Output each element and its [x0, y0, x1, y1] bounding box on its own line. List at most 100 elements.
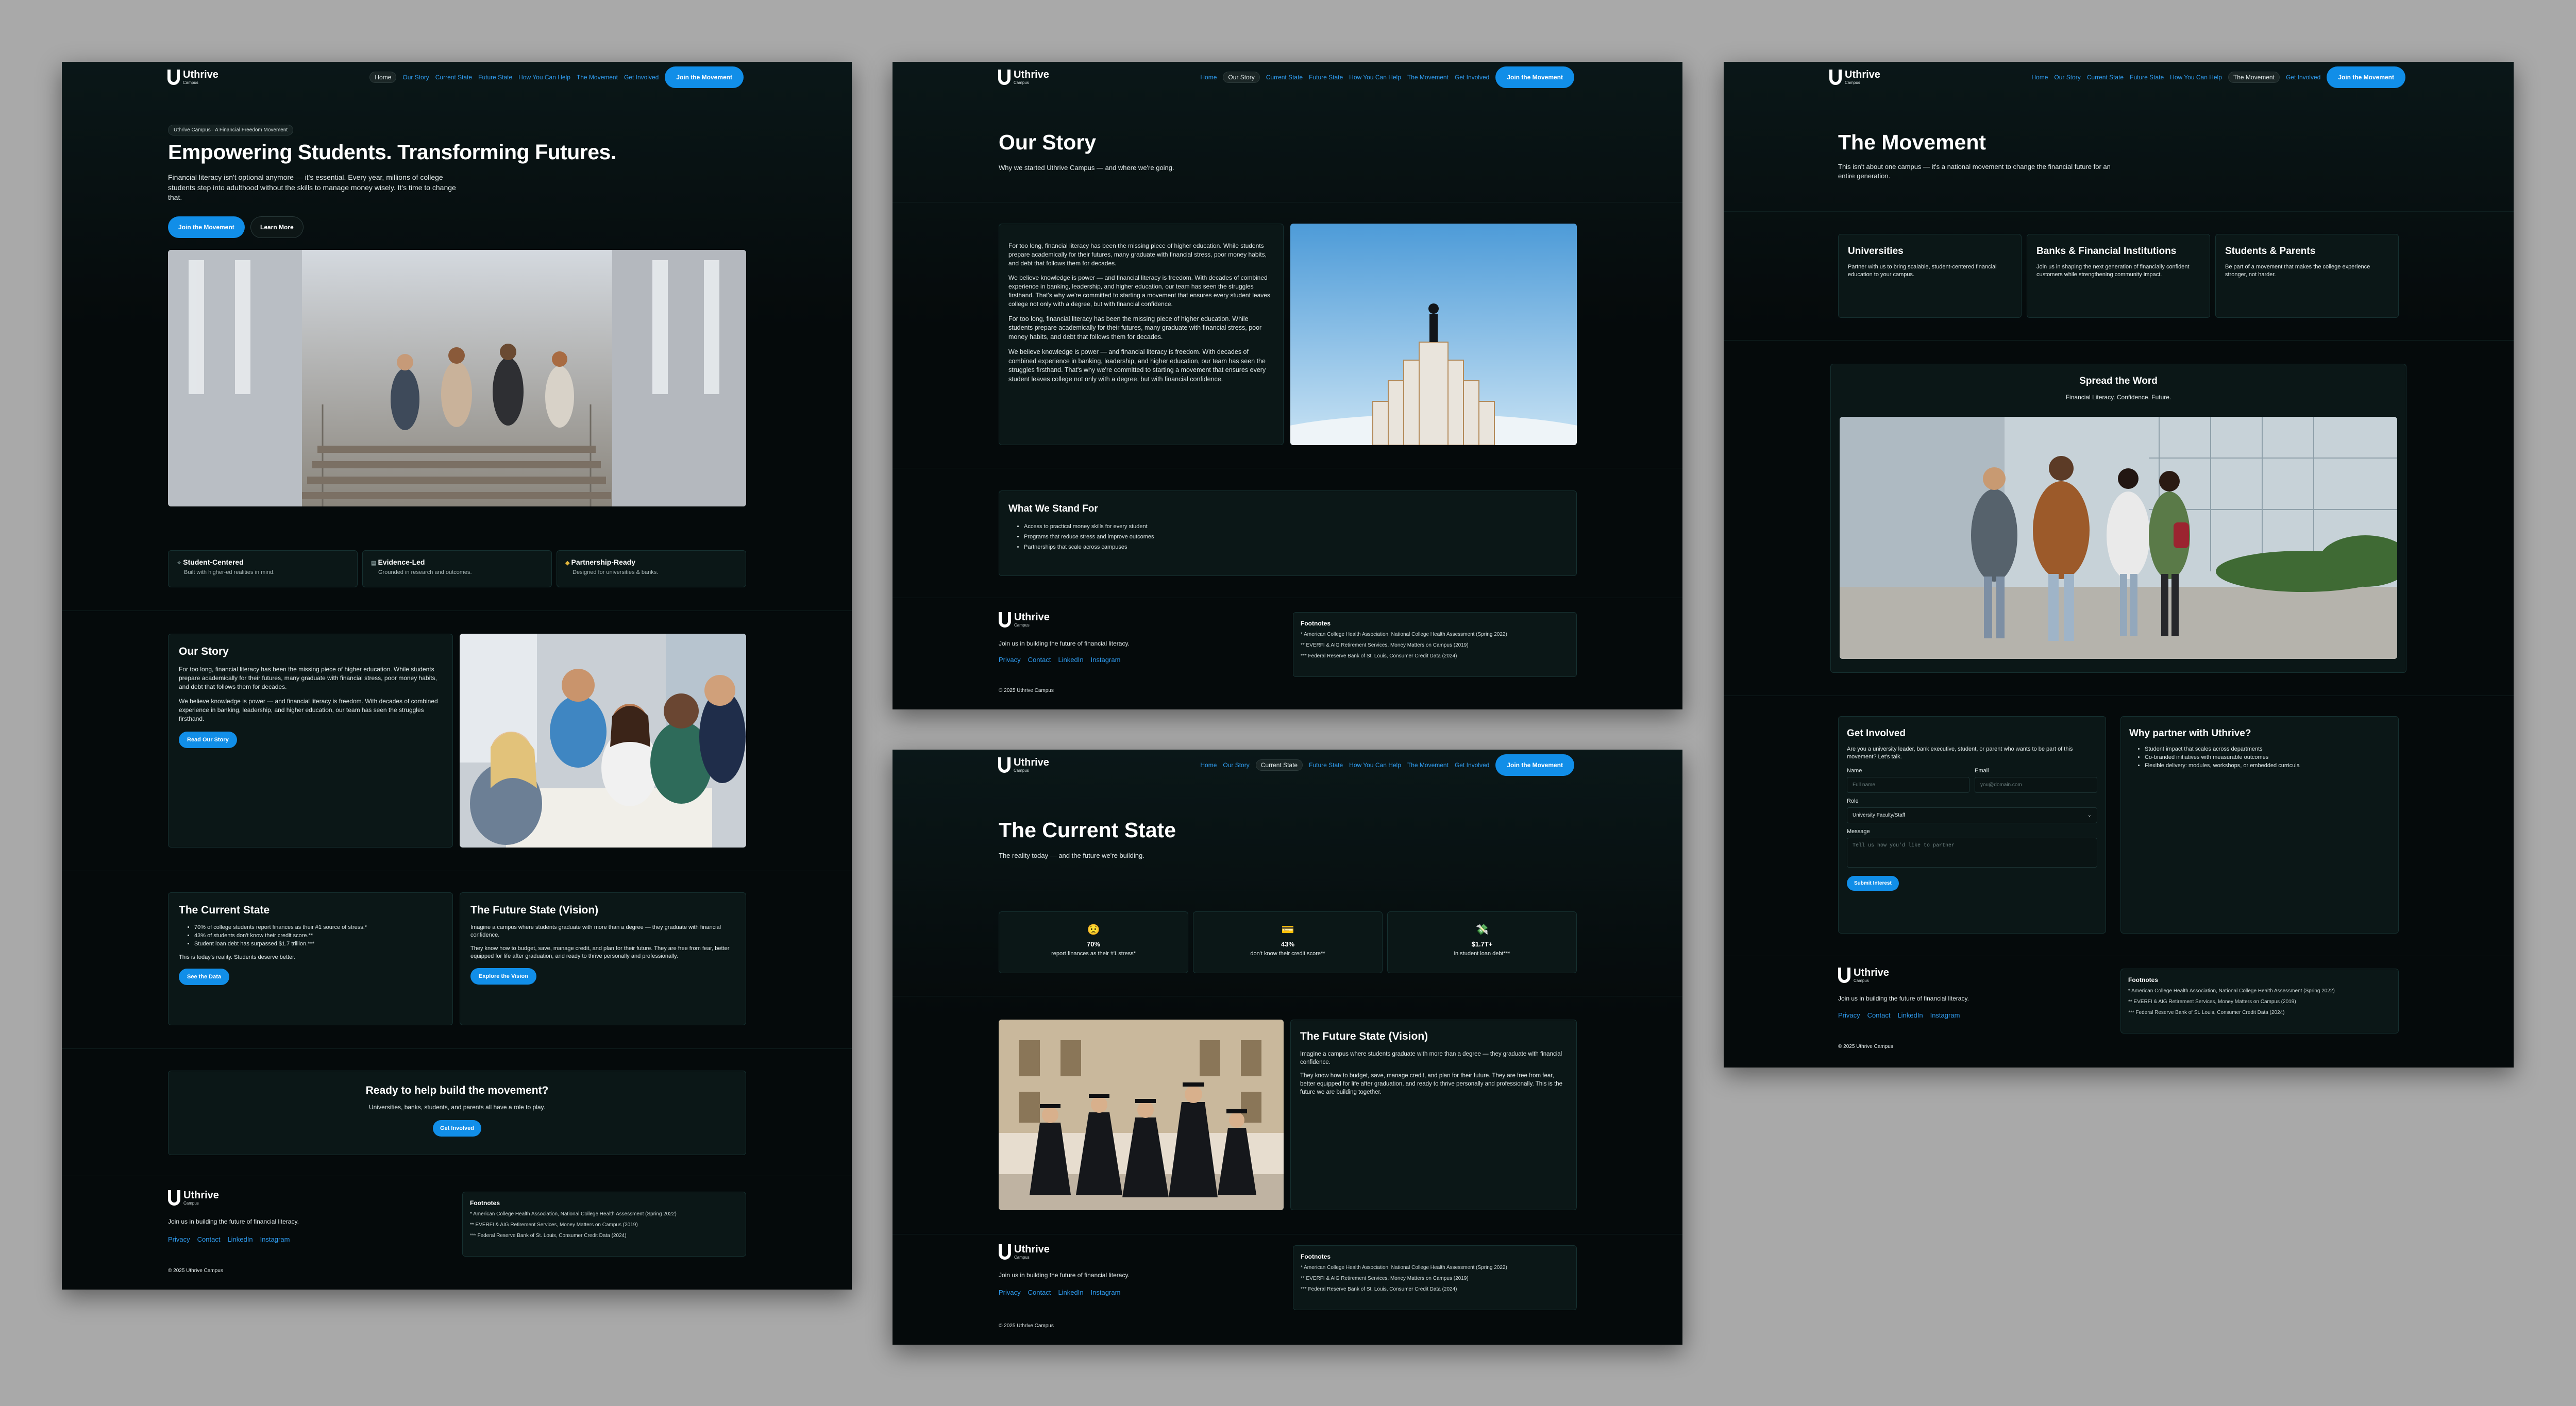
nav-get-involved[interactable]: Get Involved — [2286, 74, 2320, 81]
logo-mark-icon — [998, 70, 1011, 85]
read-our-story-button[interactable]: Read Our Story — [179, 731, 237, 748]
home-page-window: Uthrive Campus Home Our Story Current Sta… — [62, 62, 852, 1290]
nav-join-button[interactable]: Join the Movement — [1495, 754, 1574, 776]
see-the-data-button[interactable]: See the Data — [179, 969, 230, 986]
role-select[interactable]: University Faculty/Staff ⌄ — [1847, 807, 2097, 823]
group-study-photo — [460, 634, 746, 848]
footer-linkedin-link[interactable]: LinkedIn — [1058, 1289, 1083, 1296]
footer-contact-link[interactable]: Contact — [1028, 1289, 1051, 1296]
email-input[interactable]: you@domain.com — [1975, 776, 2097, 793]
nav-current-state[interactable]: Current State — [1266, 74, 1303, 81]
name-input[interactable]: Full name — [1847, 776, 1969, 793]
role-select-value: University Faculty/Staff — [1853, 812, 1906, 818]
current-state-stat: Student loan debt has surpassed $1.7 tri… — [194, 940, 442, 948]
campus-walk-photo — [1840, 417, 2397, 659]
footnotes-heading: Footnotes — [1301, 1253, 1331, 1260]
footer-privacy-link[interactable]: Privacy — [999, 1289, 1021, 1296]
nav-join-button[interactable]: Join the Movement — [2327, 66, 2405, 88]
future-vision-card: The Future State (Vision) Imagine a camp… — [1290, 1020, 1577, 1210]
our-story-heading: Our Story — [179, 646, 229, 657]
brand-logo[interactable]: Uthrive Campus — [1829, 70, 1880, 85]
brand-logo[interactable]: Uthrive Campus — [998, 70, 1049, 85]
footer-instagram-link[interactable]: Instagram — [1091, 656, 1121, 664]
nav-get-involved[interactable]: Get Involved — [1455, 761, 1489, 769]
nav-future-state[interactable]: Future State — [2130, 74, 2164, 81]
stairs-photo-illustration — [168, 250, 746, 506]
nav-future-state[interactable]: Future State — [1309, 74, 1343, 81]
audience-card-students-parents: Students & Parents Be part of a movement… — [2215, 234, 2399, 318]
audience-text: Partner with us to bring scalable, stude… — [1848, 264, 1997, 278]
brand-sub: Campus — [1014, 623, 1030, 628]
submit-interest-button[interactable]: Submit Interest — [1847, 875, 1899, 891]
explore-the-vision-button[interactable]: Explore the Vision — [470, 968, 536, 985]
hero-learn-more-button[interactable]: Learn More — [250, 216, 304, 238]
brand-sub: Campus — [1014, 768, 1029, 773]
nav-our-story[interactable]: Our Story — [1223, 72, 1260, 83]
movement-page-window: Uthrive Campus Home Our Story Current Sta… — [1724, 62, 2514, 1068]
story-paragraph: For too long, financial literacy has bee… — [1008, 242, 1267, 267]
nav-our-story[interactable]: Our Story — [402, 74, 429, 81]
hero-photo-students-stairs — [168, 250, 746, 506]
our-story-card: Our Story For too long, financial litera… — [168, 634, 453, 848]
footnotes-heading: Footnotes — [1301, 620, 1331, 627]
logo-mark-icon — [1829, 70, 1842, 85]
footer-logo[interactable]: Uthrive Campus — [999, 1244, 1050, 1260]
nav-the-movement[interactable]: The Movement — [2228, 72, 2280, 83]
footer-contact-link[interactable]: Contact — [197, 1235, 221, 1243]
footer-logo[interactable]: Uthrive Campus — [1838, 968, 1889, 983]
nav-future-state[interactable]: Future State — [478, 74, 512, 81]
nav-the-movement[interactable]: The Movement — [1407, 761, 1449, 769]
nav-our-story[interactable]: Our Story — [1223, 761, 1249, 769]
header-glow — [893, 750, 1682, 1018]
nav-how-you-can-help[interactable]: How You Can Help — [2170, 74, 2222, 81]
nav-the-movement[interactable]: The Movement — [577, 74, 618, 81]
footer-privacy-link[interactable]: Privacy — [1838, 1011, 1860, 1019]
graduates-photo — [999, 1020, 1284, 1210]
footer-copyright: © 2025 Uthrive Campus — [999, 688, 1054, 693]
footer-tagline: Join us in building the future of financ… — [999, 640, 1130, 647]
nav-our-story[interactable]: Our Story — [2054, 74, 2080, 81]
message-textarea[interactable]: Tell us how you'd like to partner — [1847, 837, 2097, 868]
brand-sub: Campus — [183, 80, 198, 85]
nav-home[interactable]: Home — [1200, 761, 1217, 769]
hero-badge: Uthrive Campus · A Financial Freedom Mov… — [168, 125, 294, 135]
footnotes-card: Footnotes * American College Health Asso… — [1293, 1245, 1577, 1310]
footer-privacy-link[interactable]: Privacy — [999, 656, 1021, 664]
nav-join-button[interactable]: Join the Movement — [1495, 66, 1574, 88]
footer-instagram-link[interactable]: Instagram — [1091, 1289, 1121, 1296]
get-involved-button[interactable]: Get Involved — [432, 1120, 482, 1137]
brand-logo[interactable]: Uthrive Campus — [167, 70, 218, 85]
footer-contact-link[interactable]: Contact — [1867, 1011, 1891, 1019]
value-item: Programs that reduce stress and improve … — [1024, 532, 1567, 543]
cta-heading: Ready to help build the movement? — [365, 1085, 549, 1096]
nav-future-state[interactable]: Future State — [1309, 761, 1343, 769]
nav-get-involved[interactable]: Get Involved — [624, 74, 659, 81]
nav-links: Home Our Story Current State Future Stat… — [1200, 754, 1574, 776]
nav-how-you-can-help[interactable]: How You Can Help — [1349, 74, 1401, 81]
footer-instagram-link[interactable]: Instagram — [260, 1235, 290, 1243]
nav-get-involved[interactable]: Get Involved — [1455, 74, 1489, 81]
nav-how-you-can-help[interactable]: How You Can Help — [1349, 761, 1401, 769]
nav-how-you-can-help[interactable]: How You Can Help — [518, 74, 570, 81]
nav-current-state[interactable]: Current State — [435, 74, 472, 81]
hero-join-button[interactable]: Join the Movement — [168, 216, 245, 238]
nav-current-state[interactable]: Current State — [2087, 74, 2124, 81]
footer-contact-link[interactable]: Contact — [1028, 656, 1051, 664]
footer-logo[interactable]: Uthrive Campus — [999, 612, 1050, 628]
footer-links: Privacy Contact LinkedIn Instagram — [168, 1235, 290, 1243]
graduates-illustration — [999, 1020, 1284, 1210]
nav-the-movement[interactable]: The Movement — [1407, 74, 1449, 81]
nav-home[interactable]: Home — [369, 72, 397, 83]
footnote: * American College Health Association, N… — [470, 1211, 677, 1217]
footer-logo[interactable]: Uthrive Campus — [168, 1190, 219, 1206]
nav-join-button[interactable]: Join the Movement — [665, 66, 744, 88]
footer-linkedin-link[interactable]: LinkedIn — [1897, 1011, 1923, 1019]
nav-home[interactable]: Home — [1200, 74, 1217, 81]
footer-linkedin-link[interactable]: LinkedIn — [227, 1235, 252, 1243]
footer-linkedin-link[interactable]: LinkedIn — [1058, 656, 1083, 664]
footer-instagram-link[interactable]: Instagram — [1930, 1011, 1960, 1019]
nav-current-state[interactable]: Current State — [1255, 759, 1303, 771]
brand-logo[interactable]: Uthrive Campus — [998, 757, 1049, 773]
footer-privacy-link[interactable]: Privacy — [168, 1235, 190, 1243]
nav-home[interactable]: Home — [2031, 74, 2048, 81]
